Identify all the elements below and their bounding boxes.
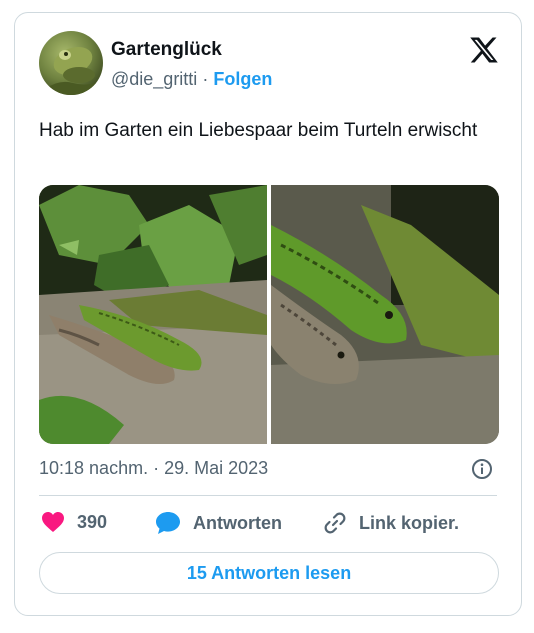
timestamp[interactable]: 10:18 nachm. · 29. Mai 2023 bbox=[39, 458, 268, 479]
read-replies-button[interactable]: 15 Antworten lesen bbox=[39, 552, 499, 594]
copy-link-label: Link kopier. bbox=[359, 512, 460, 533]
media-grid bbox=[39, 185, 499, 444]
like-button[interactable]: 390 bbox=[41, 511, 107, 533]
heart-icon bbox=[41, 511, 65, 533]
handle-row: @die_gritti · Folgen bbox=[111, 69, 272, 90]
reply-button[interactable]: Antworten bbox=[155, 511, 282, 535]
handle[interactable]: @die_gritti bbox=[111, 69, 197, 89]
display-name[interactable]: Gartenglück bbox=[111, 39, 222, 61]
info-icon[interactable] bbox=[471, 458, 493, 480]
follow-button[interactable]: Folgen bbox=[213, 69, 272, 89]
tweet-card: Gartenglück @die_gritti · Folgen Hab im … bbox=[14, 12, 522, 616]
lizard-photo-1[interactable] bbox=[39, 185, 267, 444]
lizard-photo-2[interactable] bbox=[271, 185, 499, 444]
x-logo-icon[interactable] bbox=[469, 35, 499, 65]
divider bbox=[39, 495, 497, 496]
tweet-text: Hab im Garten ein Liebespaar beim Turtel… bbox=[39, 120, 478, 141]
speech-bubble-icon bbox=[155, 511, 181, 535]
avatar[interactable] bbox=[39, 31, 103, 95]
link-icon bbox=[323, 511, 347, 535]
separator: · bbox=[202, 69, 209, 89]
read-replies-label: 15 Antworten lesen bbox=[186, 562, 352, 583]
copy-link-button[interactable]: Link kopier. bbox=[323, 511, 459, 535]
reply-label: Antworten bbox=[193, 512, 282, 533]
like-count: 390 bbox=[77, 511, 108, 532]
